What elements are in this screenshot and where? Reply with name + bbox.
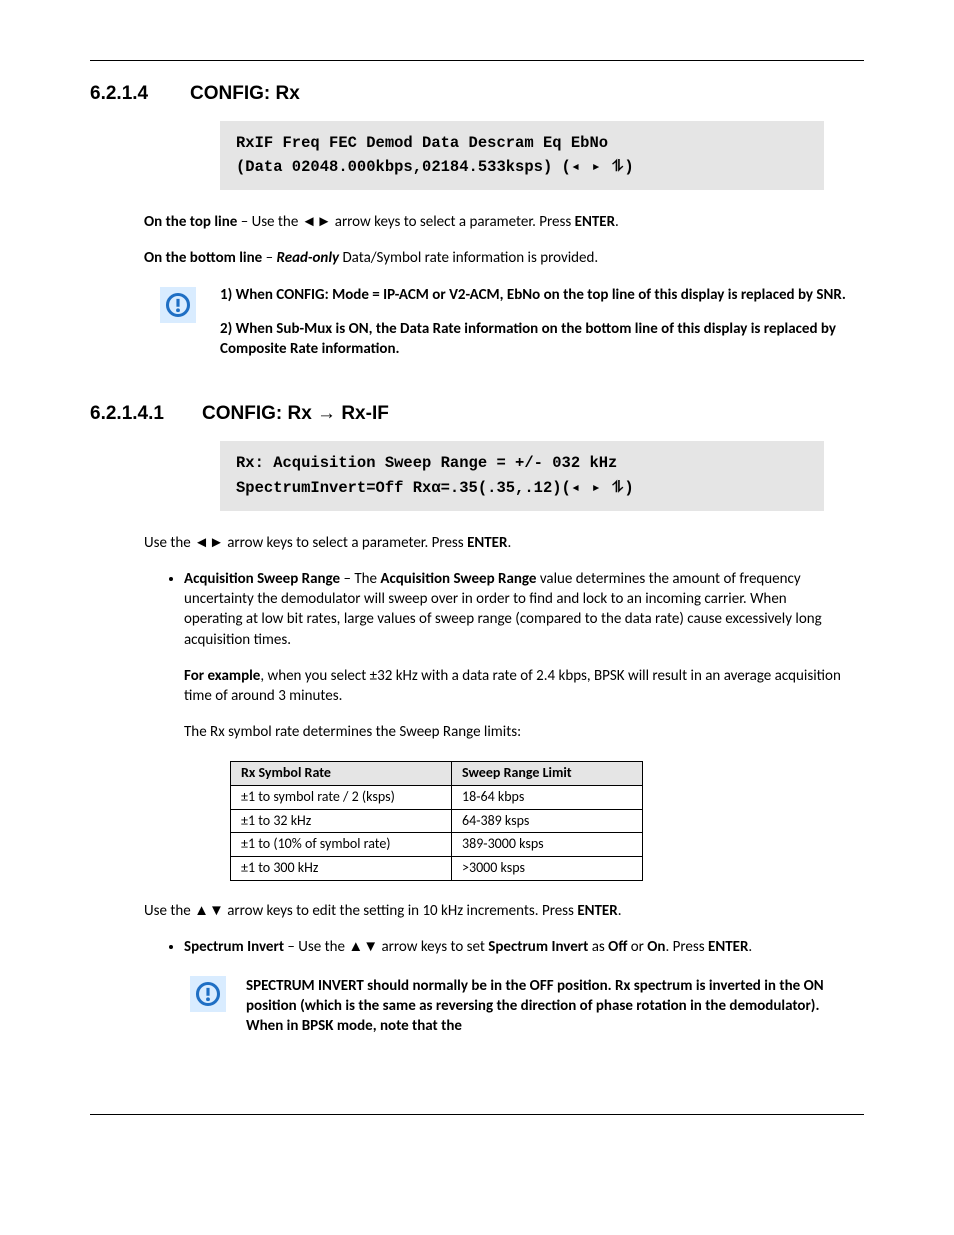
- text: .: [748, 938, 752, 956]
- text: .: [615, 213, 619, 231]
- page-content: 6.2.1.4CONFIG: Rx RxIF Freq FEC Demod Da…: [90, 60, 864, 1115]
- param-name-repeat: Spectrum Invert: [488, 938, 588, 956]
- section-title: CONFIG: Rx: [190, 83, 300, 104]
- list-item: Acquisition Sweep Range – The Acquisitio…: [184, 569, 844, 743]
- paragraph: On the bottom line – Read-only Data/Symb…: [144, 248, 864, 268]
- param-name: Acquisition Sweep Range: [184, 570, 343, 588]
- table-header-row: Rx Symbol Rate Sweep Range Limit: [231, 761, 643, 785]
- table-row: ±1 to (10% of symbol rate) 389-3000 ksps: [231, 833, 643, 857]
- text: .: [507, 534, 511, 552]
- bullet-list: Acquisition Sweep Range – The Acquisitio…: [154, 569, 864, 743]
- section-heading: 6.2.1.4.1CONFIG: Rx → Rx-IF: [90, 401, 864, 427]
- text: Use the ▲▼ arrow keys to edit the settin…: [144, 902, 577, 920]
- sweep-range-table: Rx Symbol Rate Sweep Range Limit ±1 to s…: [230, 761, 643, 881]
- paragraph: Use the ▲▼ arrow keys to edit the settin…: [144, 901, 864, 921]
- value-on: On: [647, 938, 665, 956]
- enter-key: ENTER: [708, 938, 748, 956]
- param-name-repeat: Acquisition Sweep Range: [380, 570, 536, 588]
- table-cell: 18-64 kbps: [452, 785, 643, 809]
- table-cell: >3000 ksps: [452, 857, 643, 881]
- table-row: ±1 to symbol rate / 2 (ksps) 18-64 kbps: [231, 785, 643, 809]
- lcd-display: RxIF Freq FEC Demod Data Descram Eq EbNo…: [220, 121, 824, 191]
- lcd-line-2: SpectrumInvert=Off Rxα=.35(.35,.12)(◂ ▸ …: [236, 476, 808, 501]
- lcd-line-1: RxIF Freq FEC Demod Data Descram Eq EbNo: [236, 131, 808, 156]
- table-cell: ±1 to 32 kHz: [231, 809, 452, 833]
- note-text: 1) When CONFIG: Mode = IP-ACM or V2-ACM,…: [220, 285, 864, 374]
- section-number: 6.2.1.4.1: [90, 401, 202, 427]
- section-number: 6.2.1.4: [90, 81, 190, 107]
- info-icon-container: [160, 287, 196, 323]
- readonly-label: Read-only: [276, 249, 339, 267]
- paragraph: Use the ◄► arrow keys to select a parame…: [144, 533, 864, 553]
- arrow-icons: ◂ ▸ ⥮: [571, 479, 625, 497]
- table-cell: ±1 to 300 kHz: [231, 857, 452, 881]
- table-row: ±1 to 300 kHz >3000 ksps: [231, 857, 643, 881]
- list-item: Spectrum Invert – Use the ▲▼ arrow keys …: [184, 937, 844, 1036]
- table-cell: 389-3000 ksps: [452, 833, 643, 857]
- paragraph: For example, when you select ±32 kHz wit…: [184, 666, 844, 707]
- table-row: ±1 to 32 kHz 64-389 ksps: [231, 809, 643, 833]
- enter-key: ENTER: [575, 213, 615, 231]
- lcd-display: Rx: Acquisition Sweep Range = +/- 032 kH…: [220, 441, 824, 511]
- table-cell: ±1 to (10% of symbol rate): [231, 833, 452, 857]
- note-block: 1) When CONFIG: Mode = IP-ACM or V2-ACM,…: [160, 285, 864, 374]
- label-top-line: On the top line: [144, 213, 237, 231]
- lcd-line-1: Rx: Acquisition Sweep Range = +/- 032 kH…: [236, 451, 808, 476]
- text: – Use the ◄► arrow keys to select a para…: [237, 213, 574, 231]
- table-cell: 64-389 ksps: [452, 809, 643, 833]
- arrow-icons: ◂ ▸ ⥮: [571, 158, 625, 176]
- note-block: SPECTRUM INVERT should normally be in th…: [190, 976, 824, 1037]
- enter-key: ENTER: [577, 902, 617, 920]
- bullet-list: Spectrum Invert – Use the ▲▼ arrow keys …: [154, 937, 864, 1036]
- lcd-line-2-close: ): [624, 479, 633, 497]
- text: , when you select ±32 kHz with a data ra…: [184, 667, 841, 705]
- text: as: [588, 938, 608, 956]
- text: Use the ◄► arrow keys to select a parame…: [144, 534, 467, 552]
- text: – The: [343, 570, 380, 588]
- text: Data/Symbol rate information is provided…: [339, 249, 598, 267]
- section-heading: 6.2.1.4CONFIG: Rx: [90, 81, 864, 107]
- table-cell: ±1 to symbol rate / 2 (ksps): [231, 785, 452, 809]
- table-header: Sweep Range Limit: [452, 761, 643, 785]
- table-intro: The Rx symbol rate determines the Sweep …: [184, 722, 844, 742]
- note-text: SPECTRUM INVERT should normally be in th…: [246, 976, 824, 1037]
- text: –: [262, 249, 276, 267]
- info-icon-container: [190, 976, 226, 1012]
- note-item-1: 1) When CONFIG: Mode = IP-ACM or V2-ACM,…: [220, 285, 864, 305]
- section-title: CONFIG: Rx → Rx-IF: [202, 403, 389, 424]
- text: – Use the ▲▼ arrow keys to set: [287, 938, 488, 956]
- paragraph: On the top line – Use the ◄► arrow keys …: [144, 212, 864, 232]
- table-header: Rx Symbol Rate: [231, 761, 452, 785]
- value-off: Off: [608, 938, 627, 956]
- lcd-line-2-text: SpectrumInvert=Off Rxα=.35(.35,.12)(: [236, 479, 571, 497]
- info-icon: [160, 287, 196, 323]
- lcd-line-2-close: ): [624, 158, 633, 176]
- info-icon: [190, 976, 226, 1012]
- note-item-2: 2) When Sub-Mux is ON, the Data Rate inf…: [220, 319, 864, 360]
- enter-key: ENTER: [467, 534, 507, 552]
- text: .: [618, 902, 622, 920]
- label-bottom-line: On the bottom line: [144, 249, 262, 267]
- text: . Press: [665, 938, 708, 956]
- text: or: [627, 938, 647, 956]
- example-lead: For example: [184, 667, 260, 685]
- lcd-line-2-text: (Data 02048.000kbps,02184.533ksps) (: [236, 158, 571, 176]
- lcd-line-2: (Data 02048.000kbps,02184.533ksps) (◂ ▸ …: [236, 155, 808, 180]
- param-name: Spectrum Invert: [184, 938, 287, 956]
